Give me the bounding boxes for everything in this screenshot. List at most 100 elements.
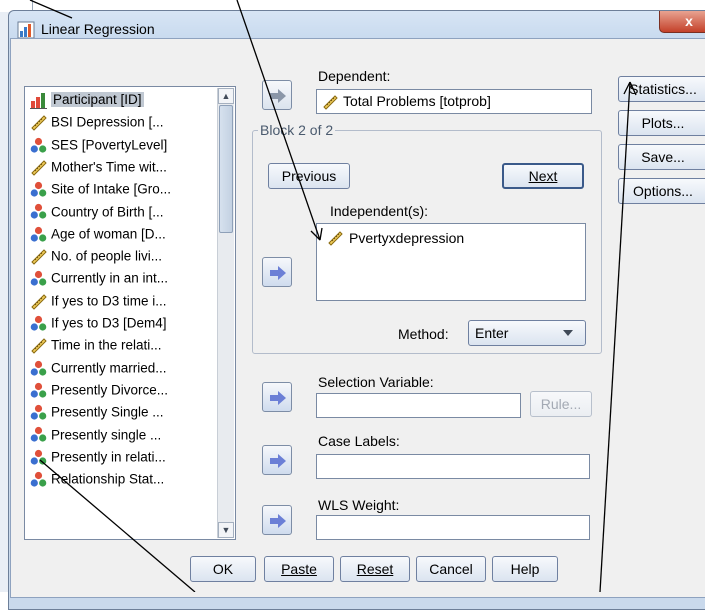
variable-list-item[interactable]: If yes to D3 [Dem4] [30,312,220,334]
variable-list-item[interactable]: If yes to D3 time i... [30,290,220,312]
selection-variable-field[interactable] [316,393,521,418]
wls-weight-label: WLS Weight: [318,497,400,513]
nominal-balls-icon [30,270,47,287]
variable-label: If yes to D3 [Dem4] [51,315,167,331]
variable-label: Presently Divorce... [51,382,169,398]
variable-list-item[interactable]: Presently single ... [30,424,220,446]
variable-list-item[interactable]: Presently Divorce... [30,379,220,401]
chevron-down-icon [563,330,573,336]
close-button[interactable]: x [659,11,705,33]
independent-label: Independent(s): [330,203,429,219]
variable-label: Time in the relati... [51,337,162,353]
nominal-balls-icon [30,471,47,488]
variable-label: Presently Single ... [51,404,164,420]
scale-ruler-icon [30,114,47,131]
scale-ruler-icon [328,231,343,246]
independent-list[interactable]: Pvertyxdepression [316,223,586,301]
save-button[interactable]: Save... [618,144,705,170]
variable-label: SES [PovertyLevel] [51,137,168,153]
move-to-independent-button[interactable] [262,257,292,287]
nominal-balls-icon [30,181,47,198]
regression-app-icon [17,21,35,39]
variable-list-item[interactable]: Time in the relati... [30,334,220,356]
scale-ruler-icon [30,337,47,354]
scale-ruler-icon [30,159,47,176]
variable-label: Mother's Time wit... [51,159,167,175]
method-dropdown[interactable]: Enter [468,320,586,346]
right-arrow-icon [270,391,286,405]
variable-list-item[interactable]: Currently in an int... [30,267,220,289]
variable-list-item[interactable]: BSI Depression [... [30,111,220,133]
nominal-balls-icon [30,137,47,154]
plots-button[interactable]: Plots... [618,110,705,136]
scale-ruler-icon [30,248,47,265]
variable-list-item[interactable]: Presently in relati... [30,446,220,468]
cancel-button[interactable]: Cancel [416,556,486,582]
wls-weight-field[interactable] [316,515,590,540]
move-to-dependent-button[interactable] [262,80,292,110]
right-arrow-icon [270,454,286,468]
case-labels-field[interactable] [316,454,590,479]
right-arrow-icon [270,89,286,103]
ok-button[interactable]: OK [190,556,256,582]
variable-list-item[interactable]: Participant [ID] [30,89,220,111]
variable-list-item[interactable]: Mother's Time wit... [30,156,220,178]
variable-label: Site of Intake [Gro... [51,181,172,197]
variable-label: Participant [ID] [51,92,144,108]
nominal-balls-icon [30,203,47,220]
window-title: Linear Regression [41,21,155,37]
nominal-balls-icon [30,449,47,466]
dependent-value: Total Problems [totprob] [343,93,491,109]
nominal-id-icon [30,92,47,109]
variable-label: Presently single ... [51,426,162,442]
independent-item[interactable]: Pvertyxdepression [349,230,464,246]
dependent-field[interactable]: Total Problems [totprob] [316,89,592,114]
variable-label: Currently in an int... [51,270,169,286]
block-title: Block 2 of 2 [258,122,336,138]
rule-button[interactable]: Rule... [530,391,592,417]
variable-list-item[interactable]: Presently Single ... [30,401,220,423]
variable-label: Relationship Stat... [51,471,165,487]
method-label: Method: [398,326,449,342]
right-arrow-icon [270,514,286,528]
selection-variable-label: Selection Variable: [318,374,434,390]
move-to-selection-button[interactable] [262,382,292,412]
variable-label: Age of woman [D... [51,226,166,242]
scrollbar-thumb[interactable] [219,105,233,233]
variable-label: Presently in relati... [51,449,166,465]
variable-list-item[interactable]: Age of woman [D... [30,223,220,245]
next-button[interactable]: Next [502,163,584,189]
variable-list-item[interactable]: Relationship Stat... [30,468,220,490]
previous-button[interactable]: Previous [268,163,350,189]
nominal-balls-icon [30,382,47,399]
variable-label: Country of Birth [... [51,203,164,219]
nominal-balls-icon [30,226,47,243]
scroll-down-arrow-icon[interactable]: ▼ [218,522,234,538]
variable-label: BSI Depression [... [51,114,164,130]
move-to-case-labels-button[interactable] [262,445,292,475]
case-labels-label: Case Labels: [318,433,400,449]
nominal-balls-icon [30,404,47,421]
variable-list-scrollbar[interactable]: ▲ ▼ [217,88,234,538]
reset-button[interactable]: Reset [340,556,410,582]
variable-list-item[interactable]: Site of Intake [Gro... [30,178,220,200]
variable-list-item[interactable]: No. of people livi... [30,245,220,267]
move-to-wls-weight-button[interactable] [262,505,292,535]
dependent-label: Dependent: [318,68,391,84]
scroll-up-arrow-icon[interactable]: ▲ [218,88,234,104]
variable-label: Currently married... [51,360,167,376]
variable-list-item[interactable]: SES [PovertyLevel] [30,134,220,156]
variable-list-item[interactable]: Country of Birth [... [30,201,220,223]
right-arrow-icon [270,266,286,280]
paste-button[interactable]: Paste [264,556,334,582]
scale-ruler-icon [323,95,338,110]
variable-list-item[interactable]: Currently married... [30,357,220,379]
help-button[interactable]: Help [492,556,558,582]
options-button[interactable]: Options... [618,178,705,204]
statistics-button[interactable]: Statistics... [618,76,705,102]
variable-label: No. of people livi... [51,248,163,264]
nominal-balls-icon [30,360,47,377]
variable-list[interactable]: Participant [ID] BSI Depression [... SES [… [24,86,236,540]
method-value: Enter [475,325,509,341]
nominal-balls-icon [30,426,47,443]
